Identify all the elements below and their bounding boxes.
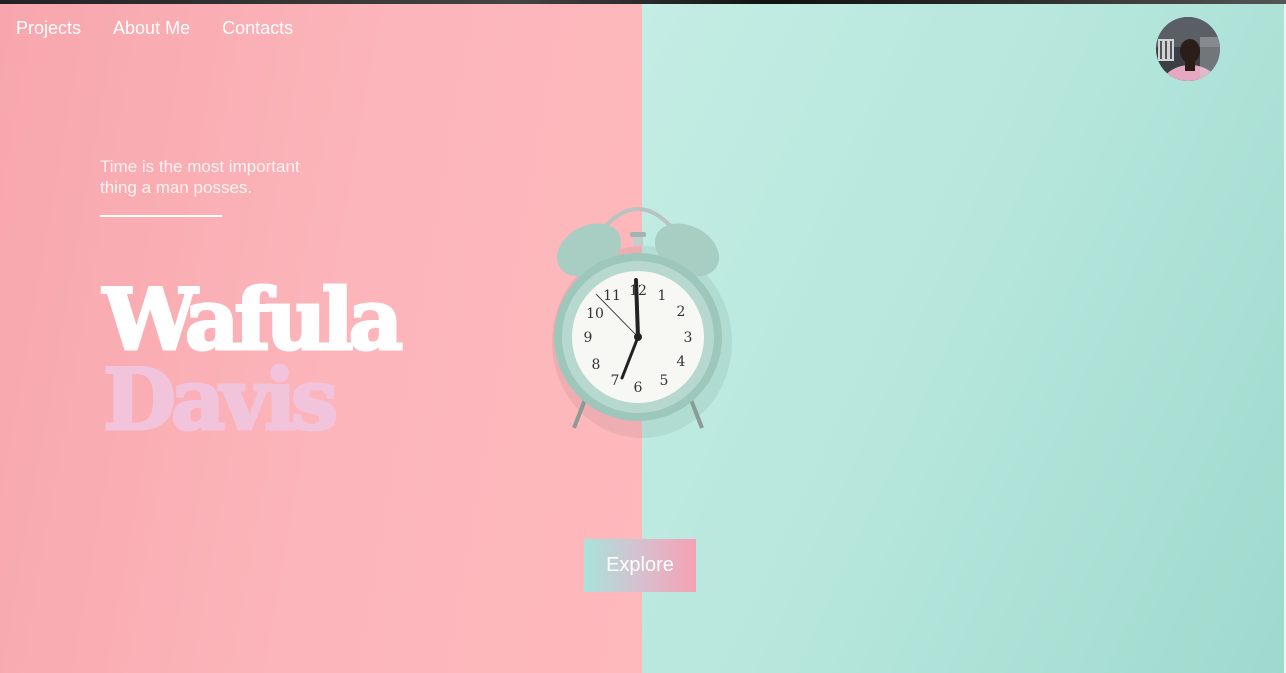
explore-button[interactable]: Explore [584, 539, 696, 592]
svg-text:3: 3 [684, 330, 693, 346]
profile-avatar[interactable] [1156, 17, 1220, 81]
tagline-line-2: thing a man posses. [100, 178, 253, 197]
svg-text:1: 1 [658, 288, 667, 304]
main-nav: Projects About Me Contacts [16, 18, 293, 38]
landing-page: Projects About Me Contacts Time is the m… [0, 0, 1286, 673]
svg-text:4: 4 [677, 354, 686, 370]
svg-text:6: 6 [634, 380, 643, 396]
tagline-underline [100, 215, 222, 217]
mint-background-panel [642, 0, 1286, 673]
svg-text:2: 2 [677, 304, 686, 320]
svg-text:7: 7 [611, 373, 620, 389]
avatar-photo-icon [1156, 17, 1220, 81]
alarm-clock-icon: 12 1 2 3 4 5 6 7 8 9 10 11 [552, 207, 732, 438]
svg-text:11: 11 [603, 288, 621, 304]
nav-link-projects[interactable]: Projects [16, 18, 81, 38]
tagline-line-1: Time is the most important [100, 157, 300, 176]
top-border-strip [0, 0, 1286, 4]
svg-text:10: 10 [586, 306, 604, 322]
svg-text:8: 8 [592, 357, 601, 373]
nav-link-contacts[interactable]: Contacts [222, 18, 293, 38]
nav-link-about-me[interactable]: About Me [113, 18, 190, 38]
svg-text:9: 9 [584, 330, 593, 346]
hero-tagline: Time is the most important thing a man p… [100, 156, 340, 198]
svg-text:5: 5 [660, 373, 669, 389]
hero-last-name: Davis [101, 350, 339, 449]
